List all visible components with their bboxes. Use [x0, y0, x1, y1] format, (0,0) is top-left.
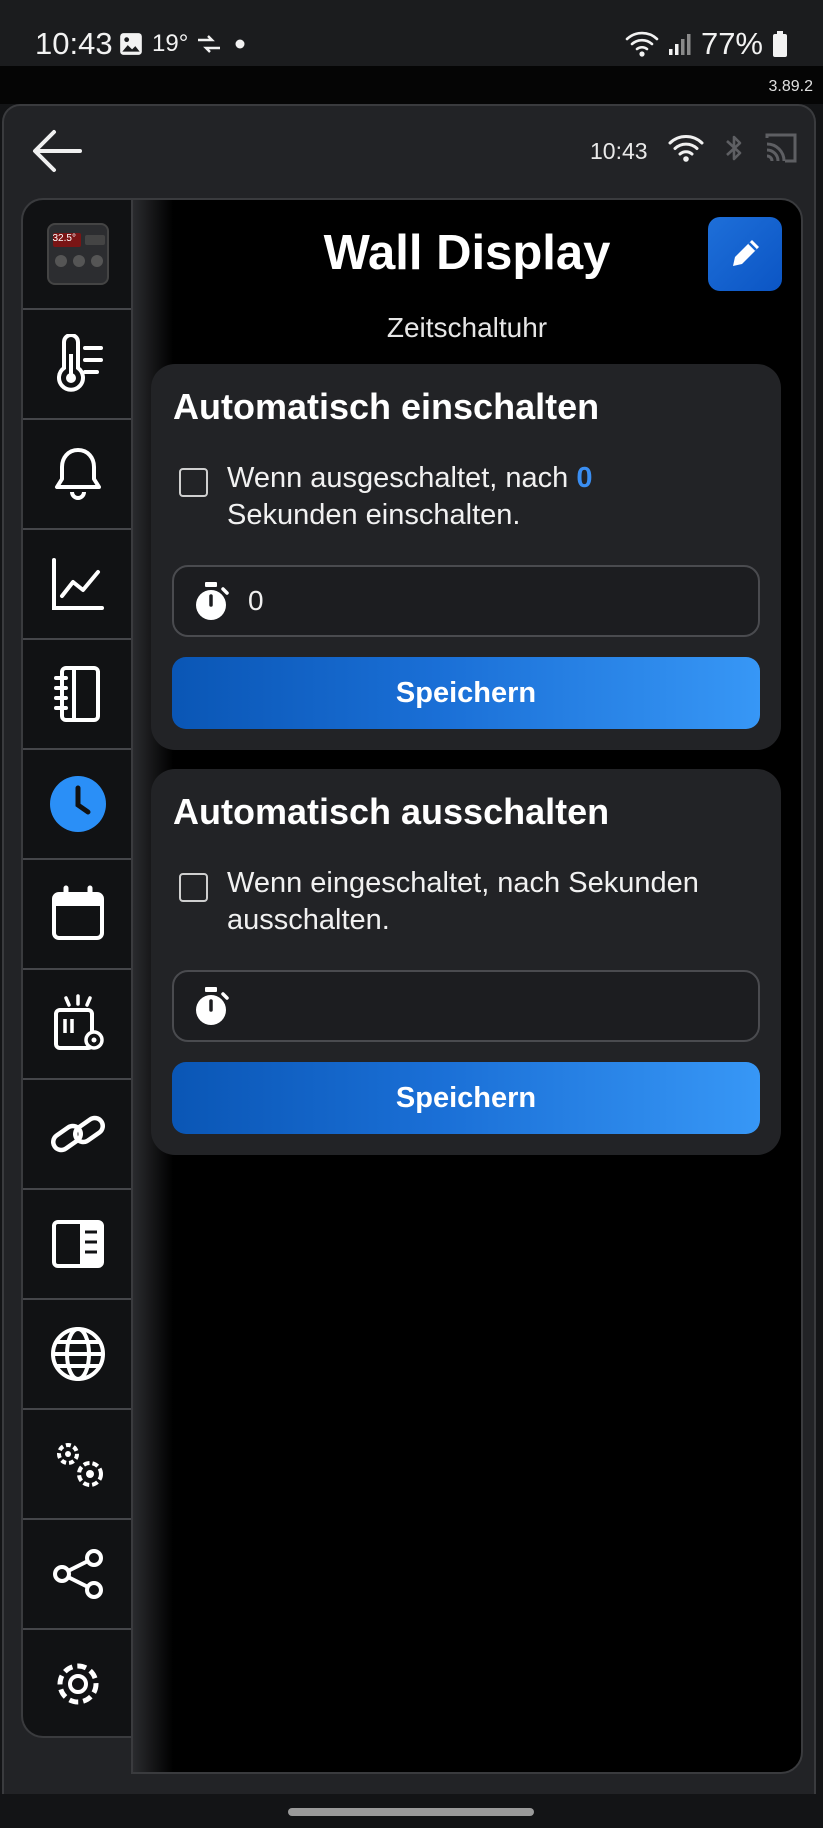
chart-line-icon — [51, 558, 104, 610]
sidebar-rail: 32.5° — [21, 198, 132, 1738]
auto-off-card: Automatisch ausschalten Wenn eingeschalt… — [151, 769, 781, 1155]
status-temperature: 19° — [152, 30, 189, 57]
auto-off-checkbox[interactable] — [179, 873, 208, 902]
auto-off-save-button[interactable]: Speichern — [172, 1062, 760, 1134]
status-battery: 77% — [700, 26, 763, 61]
auto-on-seconds-input[interactable]: 0 — [172, 565, 760, 637]
sidebar-item-actions[interactable] — [23, 970, 132, 1080]
wifi-icon — [668, 135, 704, 162]
sidebar-item-advanced[interactable] — [23, 1410, 132, 1520]
auto-on-text-before: Wenn ausgeschaltet, nach — [227, 462, 569, 494]
auto-on-seconds: 0 — [576, 462, 593, 494]
sidebar-item-calendar[interactable] — [23, 860, 132, 970]
sidebar-item-settings[interactable] — [23, 1630, 132, 1736]
clock-icon — [49, 776, 106, 832]
auto-on-save-button[interactable]: Speichern — [172, 657, 760, 729]
page-title: Wall Display — [323, 226, 611, 280]
status-icons-left: 19° — [118, 30, 250, 58]
auto-off-title: Automatisch ausschalten — [173, 791, 610, 832]
stopwatch-icon — [196, 987, 229, 1025]
auto-on-input-value: 0 — [248, 585, 264, 616]
sidebar-item-web[interactable] — [23, 1300, 132, 1410]
status-time: 10:43 — [35, 26, 113, 61]
header-icons — [668, 132, 798, 164]
notebook-icon — [53, 666, 100, 722]
battery-icon — [773, 31, 787, 57]
version-strip — [0, 66, 823, 104]
auto-on-title: Automatisch einschalten — [173, 386, 600, 427]
app-version: 3.89.2 — [768, 78, 813, 95]
back-button[interactable] — [28, 122, 86, 180]
image-icon — [120, 33, 142, 55]
dot-icon — [235, 39, 245, 49]
sidebar-item-alarms[interactable] — [23, 420, 132, 530]
device-thumbnail: 32.5° — [46, 223, 109, 285]
sidebar-item-share[interactable] — [23, 1520, 132, 1630]
auto-off-seconds-input[interactable] — [172, 970, 760, 1042]
panel-icon — [51, 1220, 104, 1268]
sidebar-item-display[interactable] — [23, 1190, 132, 1300]
auto-on-text-after: Sekunden einschalten. — [227, 499, 521, 531]
auto-off-description: Wenn eingeschaltet, nach Sekunden aussch… — [227, 867, 699, 936]
auto-on-description: Wenn ausgeschaltet, nach 0 Sekunden eins… — [227, 460, 757, 534]
sidebar-item-sensors[interactable] — [23, 310, 132, 420]
sidebar-item-notebook[interactable] — [23, 640, 132, 750]
thermometer-list-icon — [56, 334, 103, 392]
sidebar-item-links[interactable] — [23, 1080, 132, 1190]
status-icons-right: 77% — [625, 26, 789, 62]
device-thumbnail-temp: 32.5° — [52, 233, 76, 244]
link-icon — [50, 1115, 105, 1153]
signal-icon — [668, 34, 691, 55]
gears-icon — [56, 1443, 103, 1487]
auto-on-card: Automatisch einschalten Wenn ausgeschalt… — [151, 364, 781, 750]
edit-button[interactable] — [708, 217, 782, 291]
sidebar-item-charts[interactable] — [23, 530, 132, 640]
back-arrow-icon — [33, 130, 82, 172]
calendar-icon — [51, 885, 104, 940]
page-subtitle: Zeitschaltuhr — [386, 312, 548, 343]
header-time: 10:43 — [590, 138, 648, 164]
globe-icon — [50, 1327, 105, 1381]
home-indicator[interactable] — [288, 1808, 534, 1816]
sidebar-item-device[interactable]: 32.5° — [23, 200, 132, 310]
pencil-icon — [733, 240, 759, 266]
share-icon — [52, 1549, 103, 1599]
bluetooth-icon — [726, 135, 742, 161]
stopwatch-icon — [196, 582, 229, 620]
wifi-icon — [625, 31, 659, 57]
swap-icon — [198, 35, 221, 53]
alert-settings-icon — [53, 994, 104, 1050]
gear-icon — [57, 1663, 98, 1705]
sidebar-item-timer[interactable] — [23, 750, 132, 860]
auto-on-checkbox[interactable] — [179, 468, 208, 497]
bell-icon — [54, 448, 101, 500]
cast-icon — [765, 133, 797, 163]
